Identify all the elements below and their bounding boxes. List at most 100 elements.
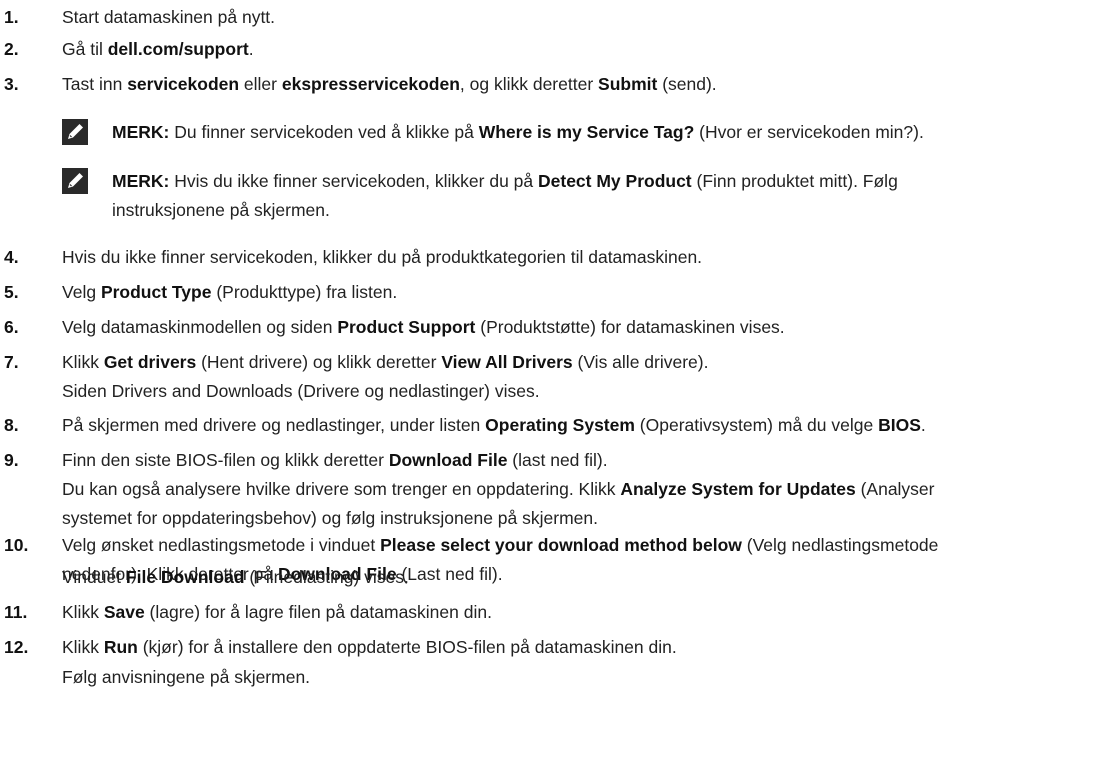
step-number: 1. <box>4 7 19 27</box>
note-pencil-icon <box>62 119 88 145</box>
step-line: 10. Velg ønsket nedlastingsmetode i vindu… <box>0 532 1112 558</box>
text-run: Klikk <box>62 602 104 622</box>
text-run: Gå til <box>62 39 108 59</box>
text-run: , og klikk deretter <box>459 74 599 94</box>
text-run: Klikk <box>62 637 104 657</box>
step-text: Du kan også analysere hvilke drivere som… <box>62 476 1106 502</box>
step-text: Finn den siste BIOS-filen og klikk deret… <box>62 447 1106 473</box>
text-run: eller <box>239 74 282 94</box>
step-line: 3. Tast inn servicekoden eller ekspresser… <box>0 71 1112 97</box>
bold-term: servicekoden <box>127 74 240 94</box>
step-line: 1. Start datamaskinen på nytt. <box>0 4 1112 30</box>
step-line: Siden Drivers and Downloads (Drivere og … <box>0 378 1112 404</box>
text-run: systemet for oppdateringsbehov) og følg … <box>62 508 598 528</box>
step-line: 7. Klikk Get drivers (Hent drivere) og kl… <box>0 349 1112 375</box>
step-text: systemet for oppdateringsbehov) og følg … <box>62 505 1106 531</box>
text-run: (Finn produktet mitt). Følg <box>691 171 898 191</box>
note-line: MERK: Hvis du ikke finner servicekoden, … <box>0 168 1112 194</box>
bold-term: Analyze System for Updates <box>620 479 856 499</box>
step-line: 8. På skjermen med drivere og nedlastinge… <box>0 412 1112 438</box>
text-run: Hvis du ikke finner servicekoden, klikke… <box>169 171 538 191</box>
bold-term: ekspresservicekoden <box>281 74 460 94</box>
step-line: Vinduet File Download (Filnedlasting) vi… <box>0 564 1112 590</box>
note-pencil-icon <box>62 168 88 194</box>
step-text: Klikk Get drivers (Hent drivere) og klik… <box>62 349 1106 375</box>
bold-term: Submit <box>598 74 658 94</box>
text-run: Finn den siste BIOS-filen og klikk deret… <box>62 450 389 470</box>
note-line: MERK: Du finner servicekoden ved å klikk… <box>0 119 1112 145</box>
text-run: (Analyser <box>855 479 935 499</box>
bold-term: Run <box>103 637 138 657</box>
step-text: Klikk Run (kjør) for å installere den op… <box>62 634 1106 660</box>
text-run: Følg anvisningene på skjermen. <box>62 667 311 687</box>
step-text: Tast inn servicekoden eller ekspresservi… <box>62 71 1106 97</box>
bold-term: Product Type <box>100 282 212 302</box>
bold-term: MERK: <box>112 122 170 142</box>
text-run: (Operativsystem) må du velge <box>634 415 879 435</box>
text-run: Du kan også analysere hvilke drivere som… <box>62 479 621 499</box>
step-text: Gå til dell.com/support. <box>62 36 1106 62</box>
text-run: Tast inn <box>62 74 128 94</box>
step-text: Velg Product Type (Produkttype) fra list… <box>62 279 1106 305</box>
text-run: Siden Drivers and Downloads (Drivere og … <box>62 381 540 401</box>
step-number: 12. <box>4 637 29 657</box>
note-text: MERK: Du finner servicekoden ved å klikk… <box>112 119 1106 145</box>
text-run: (Hent drivere) og klikk deretter <box>196 352 442 372</box>
bold-term: Product Support <box>337 317 476 337</box>
bold-term: Please select your download method below <box>380 535 742 555</box>
text-run: (kjør) for å installere den oppdaterte B… <box>137 637 677 657</box>
step-number: 2. <box>4 39 19 59</box>
text-run: Start datamaskinen på nytt. <box>62 7 276 27</box>
text-run: (Produktstøtte) for datamaskinen vises. <box>475 317 785 337</box>
bold-term: File Download <box>125 567 245 587</box>
text-run: (Vis alle drivere). <box>572 352 709 372</box>
step-line: systemet for oppdateringsbehov) og følg … <box>0 505 1112 531</box>
step-text: Hvis du ikke finner servicekoden, klikke… <box>62 244 1106 270</box>
step-number: 11. <box>4 602 28 622</box>
text-run: Velg <box>62 282 101 302</box>
text-run: . <box>248 39 254 59</box>
bold-term: Save <box>103 602 145 622</box>
text-run: (Hvor er servicekoden min?). <box>694 122 924 142</box>
note-text: MERK: Hvis du ikke finner servicekoden, … <box>112 168 1106 194</box>
bold-term: Get drivers <box>103 352 197 372</box>
step-text: På skjermen med drivere og nedlastinger,… <box>62 412 1106 438</box>
step-line: 6. Velg datamaskinmodellen og siden Produ… <box>0 314 1112 340</box>
step-text: Følg anvisningene på skjermen. <box>62 664 1106 690</box>
bold-term: View All Drivers <box>441 352 573 372</box>
text-run: (Filnedlasting) vises. <box>244 567 409 587</box>
step-number: 7. <box>4 352 19 372</box>
text-run: . <box>920 415 926 435</box>
text-run: instruksjonene på skjermen. <box>112 200 330 220</box>
text-run: Velg datamaskinmodellen og siden <box>62 317 338 337</box>
step-text: Vinduet File Download (Filnedlasting) vi… <box>62 564 1106 590</box>
step-number: 3. <box>4 74 19 94</box>
text-run: (lagre) for å lagre filen på datamaskine… <box>144 602 492 622</box>
step-line: 2. Gå til dell.com/support. <box>0 36 1112 62</box>
step-line: 12. Klikk Run (kjør) for å installere den… <box>0 634 1112 660</box>
step-text: Klikk Save (lagre) for å lagre filen på … <box>62 599 1106 625</box>
step-number: 10. <box>4 535 29 555</box>
text-run: (send). <box>657 74 717 94</box>
step-text: Velg ønsket nedlastingsmetode i vinduet … <box>62 532 1106 558</box>
note-line: instruksjonene på skjermen. <box>0 197 1112 223</box>
text-run: (Produkttype) fra listen. <box>211 282 398 302</box>
text-run: Vinduet <box>62 567 126 587</box>
bold-term: Detect My Product <box>538 171 692 191</box>
text-run: Hvis du ikke finner servicekoden, klikke… <box>62 247 703 267</box>
text-run: (last ned fil). <box>507 450 608 470</box>
text-run: (Velg nedlastingsmetode <box>741 535 939 555</box>
step-text: Velg datamaskinmodellen og siden Product… <box>62 314 1106 340</box>
bold-term: MERK: <box>112 171 170 191</box>
bold-term: Operating System <box>485 415 635 435</box>
text-run: Velg ønsket nedlastingsmetode i vinduet <box>62 535 381 555</box>
step-number: 5. <box>4 282 19 302</box>
step-line: 11. Klikk Save (lagre) for å lagre filen … <box>0 599 1112 625</box>
text-run: Du finner servicekoden ved å klikke på <box>169 122 479 142</box>
step-number: 9. <box>4 450 19 470</box>
instruction-document: 1. Start datamaskinen på nytt. 2. Gå til de… <box>0 0 1112 784</box>
text-run: På skjermen med drivere og nedlastinger,… <box>62 415 486 435</box>
step-line: Følg anvisningene på skjermen. <box>0 664 1112 690</box>
step-line: Du kan også analysere hvilke drivere som… <box>0 476 1112 502</box>
bold-term: BIOS <box>878 415 921 435</box>
